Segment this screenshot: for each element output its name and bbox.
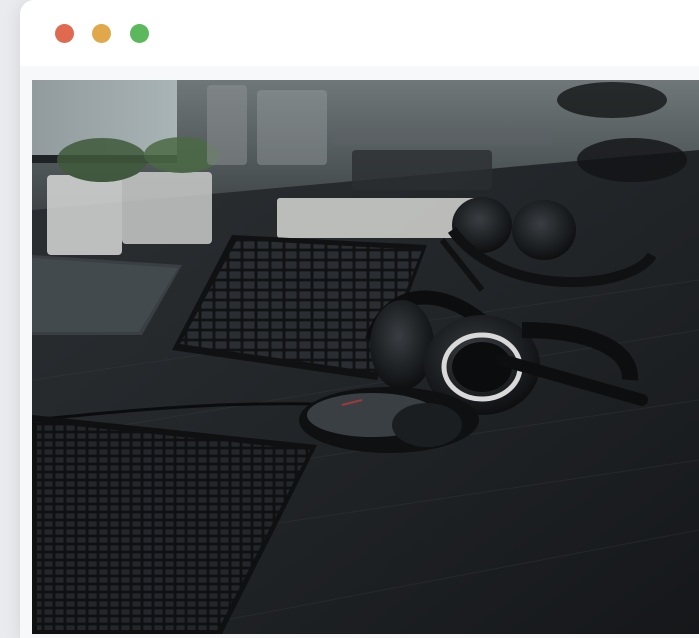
minimize-window-button[interactable] — [92, 24, 111, 43]
close-window-button[interactable] — [55, 24, 74, 43]
office-desk-photo — [32, 80, 699, 634]
browser-window — [20, 0, 699, 638]
maximize-window-button[interactable] — [130, 24, 149, 43]
mouse-icon — [299, 387, 479, 453]
window-titlebar — [20, 0, 699, 66]
content-image — [32, 80, 699, 634]
